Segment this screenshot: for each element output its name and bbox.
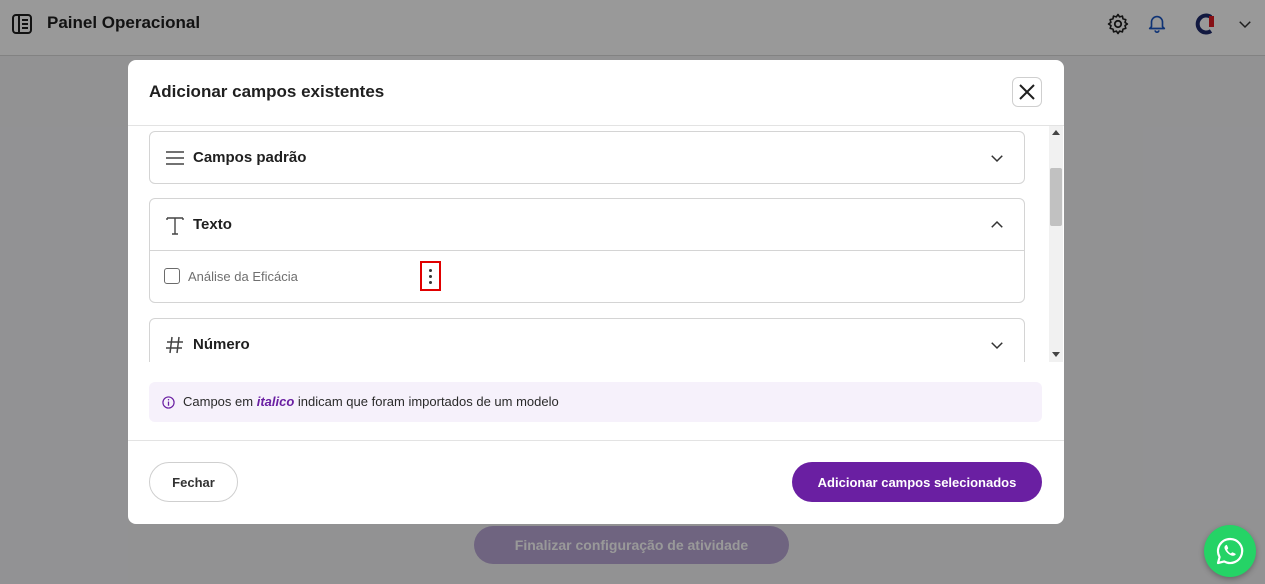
close-button[interactable]: Fechar xyxy=(149,462,238,502)
list-item: Análise da Eficácia xyxy=(150,250,1024,302)
section-numero: Número xyxy=(149,318,1025,362)
info-icon xyxy=(162,396,175,409)
field-label: Análise da Eficácia xyxy=(188,269,298,284)
add-selected-fields-button[interactable]: Adicionar campos selecionados xyxy=(792,462,1042,502)
section-label: Texto xyxy=(193,216,232,233)
scroll-down-icon[interactable] xyxy=(1052,352,1060,357)
section-header-texto[interactable]: Texto xyxy=(150,199,1024,250)
more-options-icon[interactable] xyxy=(420,261,441,291)
info-text: Campos em italico indicam que foram impo… xyxy=(183,394,559,409)
dialog-title: Adicionar campos existentes xyxy=(149,82,385,101)
section-header-numero[interactable]: Número xyxy=(150,319,1024,362)
chevron-down-icon xyxy=(991,155,1003,163)
lines-icon xyxy=(166,151,184,165)
dialog-footer: Fechar Adicionar campos selecionados xyxy=(128,440,1064,524)
field-checkbox[interactable] xyxy=(164,268,180,284)
scrollbar[interactable] xyxy=(1049,126,1063,362)
section-campos-padrao: Campos padrão xyxy=(149,131,1025,184)
whatsapp-button[interactable] xyxy=(1204,525,1256,577)
close-icon xyxy=(1019,84,1035,100)
chevron-up-icon xyxy=(991,220,1003,228)
add-fields-dialog: Adicionar campos existentes Campos padrã… xyxy=(128,60,1064,524)
hash-icon xyxy=(166,336,183,354)
section-texto: Texto Análise da Eficácia xyxy=(149,198,1025,303)
section-label: Campos padrão xyxy=(193,149,307,166)
section-label: Número xyxy=(193,336,250,353)
whatsapp-icon xyxy=(1216,537,1244,565)
chevron-down-icon xyxy=(991,342,1003,350)
info-notice: Campos em italico indicam que foram impo… xyxy=(149,382,1042,422)
scroll-up-icon[interactable] xyxy=(1052,130,1060,135)
scroll-thumb[interactable] xyxy=(1050,168,1062,226)
dialog-header: Adicionar campos existentes xyxy=(128,60,1064,126)
section-header-campos-padrao[interactable]: Campos padrão xyxy=(150,132,1024,183)
fields-list: Campos padrão Texto Análise da Eficácia xyxy=(128,126,1064,362)
text-icon xyxy=(166,217,184,235)
close-dialog-button[interactable] xyxy=(1012,77,1042,107)
